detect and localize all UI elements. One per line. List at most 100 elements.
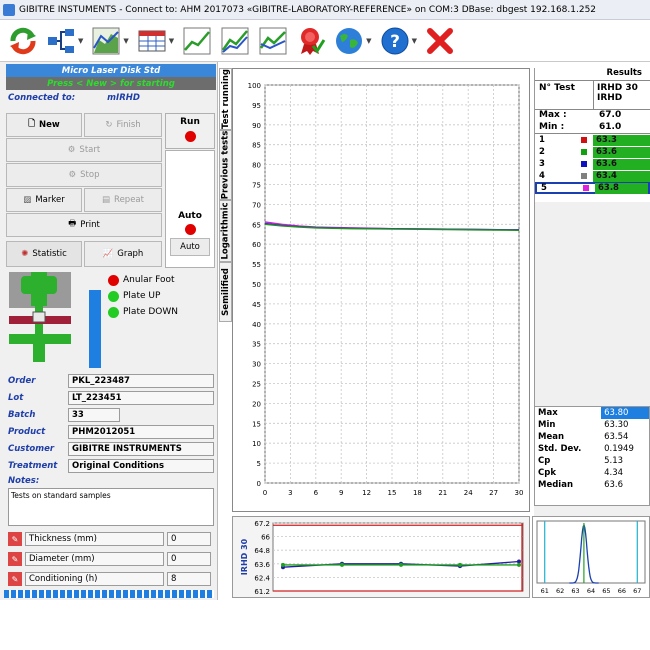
y-tick-label: 60 <box>252 241 261 249</box>
results-empty-area <box>534 202 650 406</box>
finish-button[interactable]: ↻ Finish <box>84 113 162 137</box>
row-value: 63.6 <box>593 146 650 158</box>
start-button[interactable]: ⚙ Start <box>6 138 162 162</box>
row-value: 63.6 <box>593 158 650 170</box>
prompt-text: Press < New > for starting <box>47 78 175 89</box>
y-tick-label: 75 <box>252 182 261 190</box>
conditioning-input[interactable]: 8 <box>167 572 211 586</box>
x-tick-label: 15 <box>388 489 397 497</box>
series-color-swatch <box>581 137 587 143</box>
connected-label: Connected to: <box>8 93 76 103</box>
help-icon[interactable]: ? <box>378 24 412 58</box>
dropdown-arrow-icon[interactable]: ▼ <box>123 37 128 45</box>
results-row[interactable]: 2 63.6 <box>535 146 650 158</box>
row-value: 63.3 <box>593 134 650 146</box>
tab-semilified[interactable]: Semilified <box>219 262 232 322</box>
lot-input[interactable]: LT_223451 <box>68 390 214 405</box>
auto-led-icon <box>184 224 196 235</box>
y-tick-label: 5 <box>257 460 261 468</box>
results-header: N° Test IRHD 30 IRHD <box>535 80 650 110</box>
stat-value: 0.1949 <box>604 444 634 454</box>
row-number: 1 <box>539 135 545 145</box>
edit-icon[interactable]: ✎ <box>8 572 22 586</box>
statistics-table: Max 63.80 Min 63.30 Mean 63.54 Std. Dev. 0.1949… <box>534 406 650 506</box>
tab-previous-tests[interactable]: Previous tests <box>219 130 232 200</box>
thickness-input[interactable]: 0 <box>167 532 211 546</box>
row-value: 63.4 <box>593 170 650 182</box>
graph-icon: 📈 <box>102 249 114 259</box>
edit-icon[interactable]: ✎ <box>8 532 22 546</box>
print-button[interactable]: 🖶 Print <box>6 213 162 237</box>
stat-label: Median <box>538 480 574 490</box>
graph-button[interactable]: 📈 Graph <box>84 241 162 267</box>
table-icon[interactable] <box>135 24 169 58</box>
stat-value: 63.30 <box>604 420 629 430</box>
customer-input[interactable]: GIBITRE INSTRUMENTS <box>68 441 214 456</box>
instrument-banner: Micro Laser Disk Std <box>6 64 216 77</box>
window-title: GIBITRE INSTUMENTS - Connect to: AHM 201… <box>19 4 597 15</box>
x-tick-label: 65 <box>602 587 610 595</box>
instrument-diagram <box>6 270 86 370</box>
notes-label: Notes: <box>8 476 40 486</box>
product-input[interactable]: PHM2012051 <box>68 424 214 439</box>
dropdown-arrow-icon[interactable]: ▼ <box>169 37 174 45</box>
x-tick-label: 67 <box>633 587 641 595</box>
network-icon[interactable] <box>44 24 78 58</box>
stop-button[interactable]: ⚙ Stop <box>6 163 162 187</box>
tab-test-running[interactable]: Test running <box>219 68 232 130</box>
results-row[interactable]: 4 63.4 <box>535 170 650 182</box>
results-title: Results <box>606 68 642 78</box>
refresh-icon[interactable] <box>6 24 40 58</box>
stat-label: Mean <box>538 432 565 442</box>
notes-textarea[interactable]: Tests on standard samples <box>8 488 214 526</box>
measure-conditioning: ✎ Conditioning (h) 8 <box>8 569 216 589</box>
dropdown-arrow-icon[interactable]: ▼ <box>366 37 371 45</box>
y-tick-label: 67.2 <box>254 520 270 528</box>
edit-icon[interactable]: ✎ <box>8 552 22 566</box>
order-input[interactable]: PKL_223487 <box>68 373 214 388</box>
data-point <box>399 562 403 567</box>
results-min-row: Min :61.0 <box>535 122 650 134</box>
diameter-input[interactable]: 0 <box>167 552 211 566</box>
chart-area-icon[interactable] <box>89 24 123 58</box>
row-number: 5 <box>541 183 547 193</box>
x-tick-label: 27 <box>489 489 498 497</box>
y-tick-label: 90 <box>252 122 261 130</box>
certificate-icon[interactable] <box>294 24 328 58</box>
dropdown-arrow-icon[interactable]: ▼ <box>78 37 83 45</box>
compare-chart-icon[interactable] <box>256 24 290 58</box>
line-chart-icon[interactable] <box>180 24 214 58</box>
dropdown-arrow-icon[interactable]: ▼ <box>412 37 417 45</box>
globe-icon[interactable] <box>332 24 366 58</box>
connection-row: Connected to: mIRHD <box>8 93 214 103</box>
tab-logarithmic[interactable]: Logarithmic <box>219 200 232 262</box>
indicator-plate-up: Plate UP <box>108 288 213 304</box>
prompt-banner: Press < New > for starting <box>6 77 216 90</box>
y-tick-label: 20 <box>252 400 261 408</box>
series-color-swatch <box>581 149 587 155</box>
results-row[interactable]: 1 63.3 <box>535 134 650 146</box>
row-value: 63.8 <box>595 182 648 194</box>
results-row[interactable]: 5 63.8 <box>535 182 650 194</box>
stat-label: Cp <box>538 456 551 466</box>
x-tick-label: 63 <box>571 587 579 595</box>
treatment-input[interactable]: Original Conditions <box>68 458 214 473</box>
y-tick-label: 35 <box>252 341 261 349</box>
statistic-button[interactable]: ✺ Statistic <box>6 241 82 267</box>
stat-row: Std. Dev. 0.1949 <box>535 443 649 455</box>
marker-button[interactable]: ▨ Marker <box>6 188 82 212</box>
multi-line-chart-icon[interactable] <box>218 24 252 58</box>
app-icon <box>3 3 15 16</box>
auto-button[interactable]: Auto <box>170 238 210 256</box>
batch-input[interactable]: 33 <box>68 407 120 422</box>
y-tick-label: 15 <box>252 420 261 428</box>
results-row[interactable]: 3 63.6 <box>535 158 650 170</box>
repeat-button[interactable]: ▤ Repeat <box>84 188 162 212</box>
y-tick-label: 0 <box>257 480 261 488</box>
close-icon[interactable] <box>423 24 457 58</box>
x-tick-label: 21 <box>438 489 447 497</box>
stat-value: 63.80 <box>601 407 649 419</box>
run-led-icon <box>184 131 196 142</box>
status-area <box>0 600 650 650</box>
new-button[interactable]: 🗋 New <box>6 113 82 137</box>
